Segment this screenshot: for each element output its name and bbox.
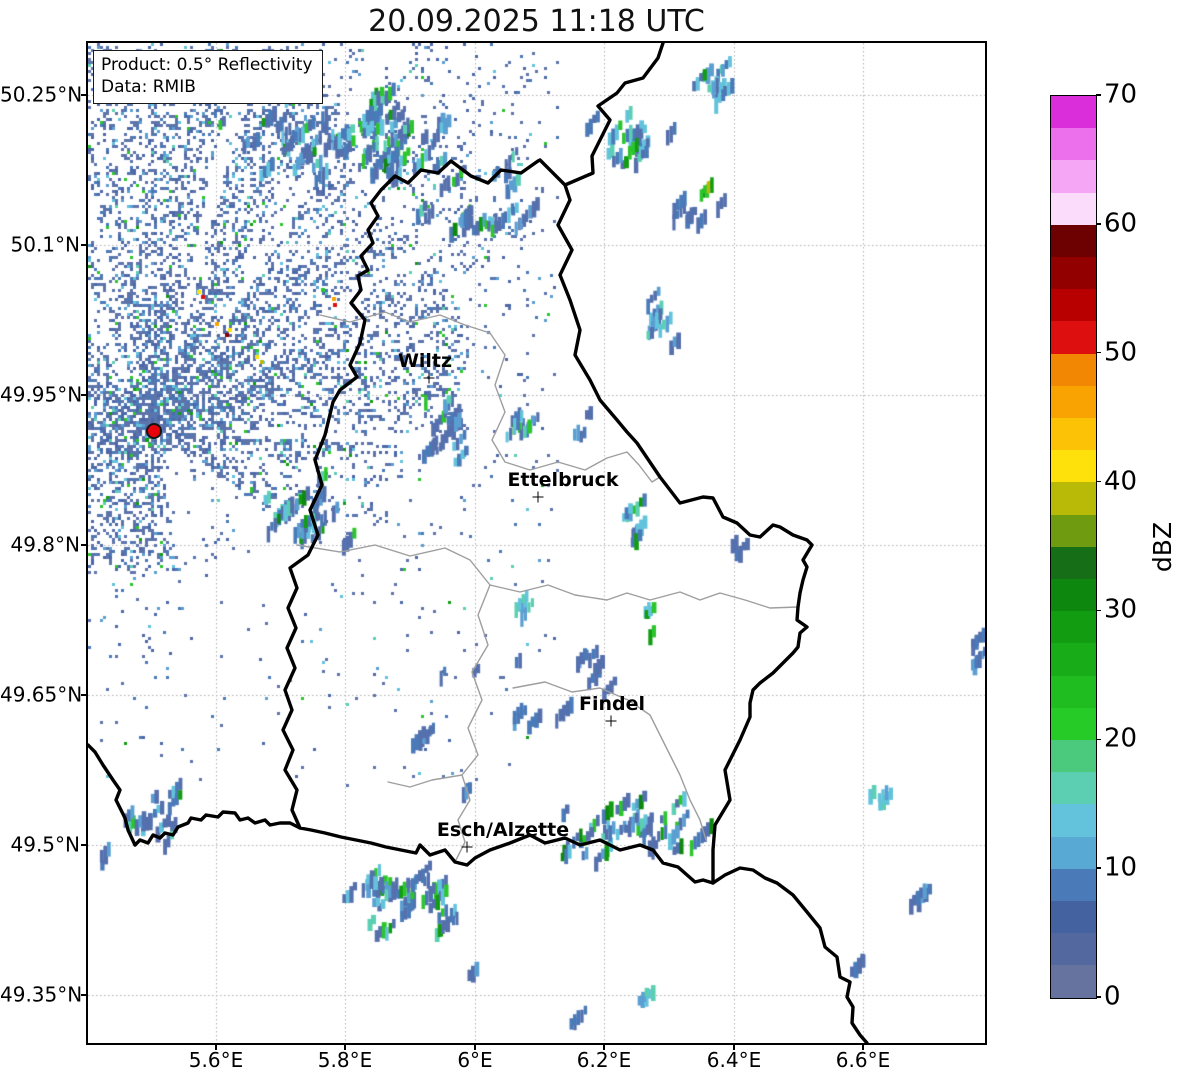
axis-tick-mark (1096, 738, 1101, 741)
axis-tick-mark (1096, 609, 1101, 612)
colorbar-segment (1051, 933, 1096, 966)
colorbar-tick-label: 60 (1104, 208, 1138, 239)
lon-tick-label: 6.2°E (576, 1048, 632, 1072)
lat-tick-label: 49.65°N (0, 682, 83, 707)
lat-tick-label: 50.1°N (10, 232, 81, 257)
axis-tick-mark (215, 1045, 217, 1050)
product-info-box: Product: 0.5° Reflectivity Data: RMIB (93, 50, 323, 104)
colorbar-segment (1051, 546, 1096, 580)
colorbar-segment (1051, 579, 1096, 612)
lat-tick-label: 50.25°N (0, 82, 83, 107)
colorbar-segment (1051, 128, 1096, 161)
colorbar-segment (1051, 675, 1096, 708)
city-label: Findel (578, 693, 646, 715)
colorbar-segment (1051, 289, 1096, 322)
lon-tick-label: 6.4°E (706, 1048, 762, 1072)
country-border (281, 158, 814, 885)
city-marker (532, 491, 544, 503)
axis-tick-mark (81, 844, 86, 846)
colorbar-segment (1051, 160, 1096, 193)
axis-tick-mark (81, 694, 86, 696)
axis-tick-mark (1096, 351, 1101, 354)
district-border (387, 774, 463, 788)
data-source-line: Data: RMIB (101, 77, 196, 98)
country-border (563, 43, 665, 187)
colorbar-segment (1051, 836, 1096, 869)
lat-tick-label: 49.95°N (0, 382, 83, 407)
city-marker (461, 841, 473, 853)
colorbar-segment (1051, 707, 1096, 741)
axis-tick-mark (1096, 94, 1101, 96)
lon-tick-label: 5.8°E (317, 1048, 373, 1072)
colorbar-segment (1051, 450, 1096, 483)
colorbar-segment (1051, 514, 1096, 547)
page-title: 20.09.2025 11:18 UTC (368, 4, 705, 39)
axis-tick-mark (1096, 480, 1101, 483)
lat-tick-label: 49.35°N (0, 982, 83, 1007)
axis-tick-mark (1096, 996, 1101, 998)
radar-site-marker (146, 423, 162, 439)
colorbar-segment (1051, 418, 1096, 451)
colorbar-segment (1051, 772, 1096, 805)
radar-map: Product: 0.5° Reflectivity Data: RMIB Wi… (86, 41, 987, 1045)
country-border (711, 866, 869, 1043)
colorbar-tick-label: 0 (1104, 981, 1121, 1012)
city-marker (605, 715, 617, 727)
colorbar-segment (1051, 96, 1096, 129)
colorbar-segment (1051, 257, 1096, 290)
axis-tick-mark (81, 394, 86, 396)
colorbar-segment (1051, 901, 1096, 934)
colorbar-segment (1051, 965, 1096, 998)
colorbar-segment (1051, 192, 1096, 225)
colorbar-tick-label: 30 (1104, 594, 1138, 625)
colorbar-segment (1051, 643, 1096, 676)
axis-tick-mark (474, 1045, 476, 1050)
colorbar-segment (1051, 385, 1096, 419)
colorbar-tick-label: 70 (1104, 79, 1138, 110)
axis-tick-mark (81, 94, 86, 96)
axis-tick-mark (862, 1045, 864, 1050)
colorbar-tick-label: 50 (1104, 337, 1138, 368)
radar-screenshot: { "title": "20.09.2025 11:18 UTC", "info… (0, 0, 1184, 1081)
city-label: Ettelbruck (507, 469, 619, 491)
colorbar-tick-label: 20 (1104, 723, 1138, 754)
colorbar-unit-label: dBZ (1148, 521, 1177, 573)
lon-tick-label: 5.6°E (188, 1048, 244, 1072)
axis-tick-mark (81, 544, 86, 546)
axis-tick-mark (1096, 223, 1101, 225)
district-border (296, 544, 799, 609)
lat-tick-label: 49.8°N (10, 532, 81, 557)
country-border (88, 743, 302, 847)
colorbar-segment (1051, 321, 1096, 354)
city-marker (423, 372, 435, 384)
district-border (319, 311, 661, 483)
city-label: Wiltz (397, 350, 453, 372)
colorbar-tick-label: 10 (1104, 852, 1138, 883)
axis-tick-mark (1096, 867, 1101, 869)
axis-tick-mark (733, 1045, 735, 1050)
axis-tick-mark (81, 994, 86, 996)
colorbar-segment (1051, 804, 1096, 837)
axis-tick-mark (81, 244, 86, 246)
colorbar-segment (1051, 740, 1096, 773)
colorbar-tick-label: 40 (1104, 465, 1138, 496)
country-borders-overlay (88, 43, 869, 1043)
lon-tick-label: 6.6°E (835, 1048, 891, 1072)
axis-tick-mark (344, 1045, 346, 1050)
colorbar-segment (1051, 611, 1096, 644)
lon-tick-label: 6°E (457, 1048, 493, 1072)
lat-tick-label: 49.5°N (10, 832, 81, 857)
colorbar (1050, 95, 1097, 999)
colorbar-segment (1051, 482, 1096, 515)
product-line: Product: 0.5° Reflectivity (101, 55, 313, 75)
colorbar-segment (1051, 224, 1096, 258)
colorbar-segment (1051, 868, 1096, 902)
axis-tick-mark (603, 1045, 605, 1050)
colorbar-segment (1051, 353, 1096, 386)
city-label: Esch/Alzette (436, 819, 570, 841)
